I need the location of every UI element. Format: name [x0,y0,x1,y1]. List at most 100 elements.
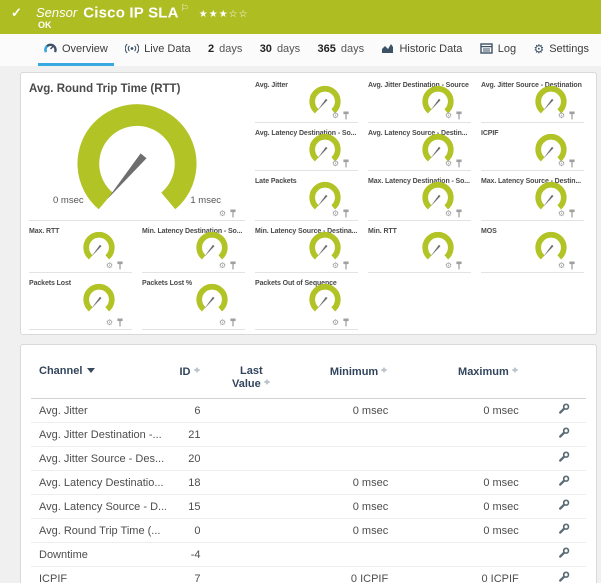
channel-minimum [294,422,397,447]
channel-name: Downtime [31,542,166,567]
tab-2-days[interactable]: 2 days [202,34,248,66]
tile-gear-icon[interactable]: ⚙ [106,261,113,270]
tile-gear-icon[interactable]: ⚙ [445,209,452,218]
tile-pin-icon[interactable] [342,318,350,327]
edit-channel-wrench-icon[interactable] [558,475,570,487]
channel-maximum: 0 ICPIF [396,566,527,583]
gauge-tile[interactable]: Avg. Jitter Destination - Source ⚙ [368,75,471,123]
edit-channel-wrench-icon[interactable] [558,427,570,439]
gauge-dial [535,231,567,260]
gauge-tile[interactable]: Min. Latency Source - Destina... ⚙ [255,221,358,273]
tile-gear-icon[interactable]: ⚙ [219,318,226,327]
channel-name: Avg. Round Trip Time (... [31,518,166,543]
tile-pin-icon[interactable] [342,261,350,270]
tile-gear-icon[interactable]: ⚙ [445,261,452,270]
tile-gear-icon[interactable]: ⚙ [219,261,226,270]
gauge-tile[interactable]: Max. Latency Destination - So... ⚙ [368,171,471,221]
column-header-last-value[interactable]: Last Value [208,361,295,399]
tile-gear-icon[interactable]: ⚙ [445,111,452,120]
tile-pin-icon[interactable] [455,261,463,270]
tile-gear-icon[interactable]: ⚙ [332,111,339,120]
gauge-tile[interactable]: Min. RTT ⚙ [368,221,471,273]
tile-gear-icon[interactable]: ⚙ [332,261,339,270]
gauge-tile[interactable]: Late Packets ⚙ [255,171,358,221]
gauge-tile[interactable]: Max. RTT ⚙ [29,221,132,273]
column-header-id[interactable]: ID [165,361,209,399]
gauge-tile[interactable]: Packets Lost % ⚙ [142,273,245,330]
tile-pin-icon[interactable] [229,261,237,270]
gauge-tile-avg-round-trip-time[interactable]: Avg. Round Trip Time (RTT) 0 msec 1 msec… [29,75,245,221]
tab-log[interactable]: Log [474,34,522,66]
gauge-title: Packets Lost % [142,280,192,287]
priority-flag-icon[interactable]: ⚐ [181,3,189,13]
channel-last-value [208,398,295,423]
tile-pin-icon[interactable] [342,209,350,218]
tile-pin-icon[interactable] [342,159,350,168]
gauge-tile[interactable]: Avg. Jitter ⚙ [255,75,358,123]
tile-gear-icon[interactable]: ⚙ [558,159,565,168]
sensor-banner: ✓ Sensor Cisco IP SLA ⚐ ★★★☆☆ OK [0,0,601,34]
gauge-tile[interactable]: Avg. Jitter Source - Destination ⚙ [481,75,584,123]
tile-pin-icon[interactable] [455,111,463,120]
edit-channel-wrench-icon[interactable] [558,451,570,463]
gauge-title: Max. Latency Destination - So... [368,178,470,185]
edit-channel-wrench-icon[interactable] [558,523,570,535]
tile-gear-icon[interactable]: ⚙ [332,209,339,218]
channel-id: -4 [165,542,209,567]
gauge-tile[interactable]: Max. Latency Source - Destin... ⚙ [481,171,584,221]
tile-gear-icon[interactable]: ⚙ [445,159,452,168]
tab-label: Log [497,42,517,55]
tile-pin-icon[interactable] [116,261,124,270]
gauge-tile[interactable]: ICPIF ⚙ [481,123,584,171]
channel-name: ICPIF [31,566,166,583]
tile-gear-icon[interactable]: ⚙ [219,209,226,218]
column-header-maximum[interactable]: Maximum [396,361,527,399]
tile-pin-icon[interactable] [568,209,576,218]
status-ok-check-icon: ✓ [11,5,22,20]
gauge-tile[interactable]: Packets Lost ⚙ [29,273,132,330]
tile-pin-icon[interactable] [229,318,237,327]
tab-label: Settings [549,42,589,55]
gauge-dial [196,283,228,312]
tile-pin-icon[interactable] [116,318,124,327]
gauge-tile[interactable]: Packets Out of Sequence ⚙ [255,273,358,330]
tile-gear-icon[interactable]: ⚙ [106,318,113,327]
tile-pin-icon[interactable] [455,159,463,168]
sort-icon [193,365,201,375]
edit-channel-wrench-icon[interactable] [558,571,570,583]
tile-pin-icon[interactable] [568,111,576,120]
tile-pin-icon[interactable] [229,209,237,218]
channel-table: Channel ID Last Value Minimum Maximum Av… [31,361,586,583]
edit-channel-wrench-icon[interactable] [558,499,570,511]
tile-gear-icon[interactable]: ⚙ [558,261,565,270]
gauge-dial [83,231,115,260]
channel-name: Avg. Latency Destinatio... [31,470,166,495]
tab-settings[interactable]: ⚙ Settings [527,34,595,66]
gauge-tile[interactable]: MOS ⚙ [481,221,584,273]
tile-gear-icon[interactable]: ⚙ [332,159,339,168]
edit-channel-wrench-icon[interactable] [558,403,570,415]
tile-gear-icon[interactable]: ⚙ [558,209,565,218]
tab-365-days[interactable]: 365 days [312,34,371,66]
column-header-minimum[interactable]: Minimum [294,361,397,399]
tile-pin-icon[interactable] [455,209,463,218]
channel-maximum: 0 msec [396,518,527,543]
channel-id: 0 [165,518,209,543]
tab-historic-data[interactable]: Historic Data [375,34,468,66]
gauge-title: Avg. Jitter Destination - Source [368,82,469,89]
tile-pin-icon[interactable] [342,111,350,120]
tab-30-days[interactable]: 30 days [254,34,307,66]
edit-channel-wrench-icon[interactable] [558,547,570,559]
tile-pin-icon[interactable] [568,159,576,168]
tab-live-data[interactable]: Live Data [119,34,196,66]
tile-gear-icon[interactable]: ⚙ [332,318,339,327]
overview-panel: Avg. Round Trip Time (RTT) 0 msec 1 msec… [20,72,597,335]
tab-overview[interactable]: Overview [38,34,114,66]
gauge-tile[interactable]: Avg. Latency Destination - So... ⚙ [255,123,358,171]
column-header-channel[interactable]: Channel [31,361,166,399]
gauge-tile[interactable]: Avg. Latency Source - Destin... ⚙ [368,123,471,171]
tile-gear-icon[interactable]: ⚙ [558,111,565,120]
favorite-rating[interactable]: ★★★☆☆ [199,9,249,20]
gauge-tile[interactable]: Min. Latency Destination - So... ⚙ [142,221,245,273]
tile-pin-icon[interactable] [568,261,576,270]
